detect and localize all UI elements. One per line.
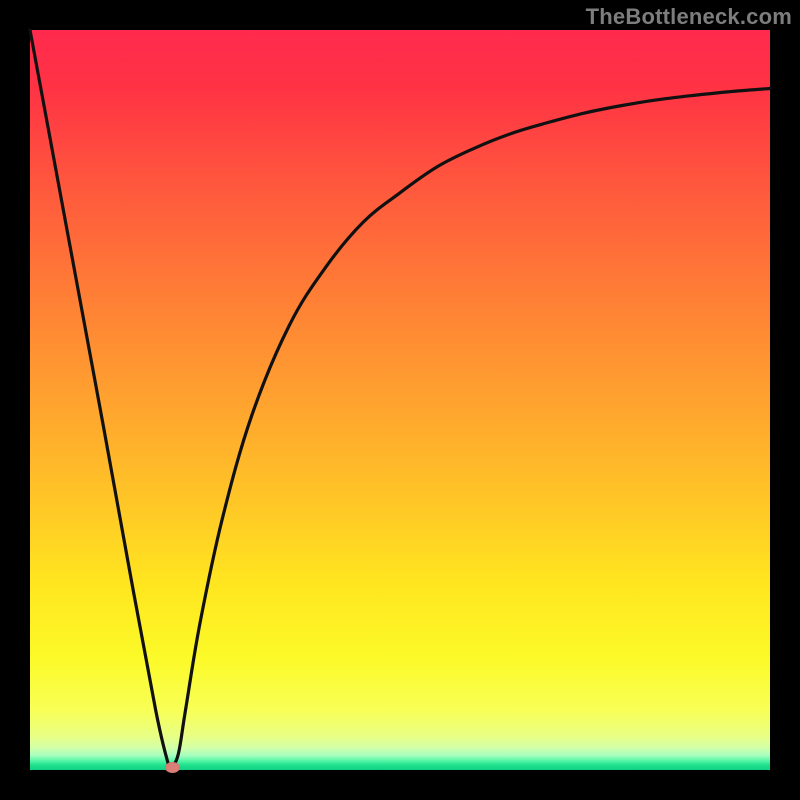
- bottleneck-curve: [30, 30, 770, 770]
- watermark-text: TheBottleneck.com: [586, 4, 792, 30]
- plot-area: [30, 30, 770, 770]
- curve-path: [30, 30, 770, 767]
- optimal-point-marker: [165, 762, 180, 773]
- chart-frame: TheBottleneck.com: [0, 0, 800, 800]
